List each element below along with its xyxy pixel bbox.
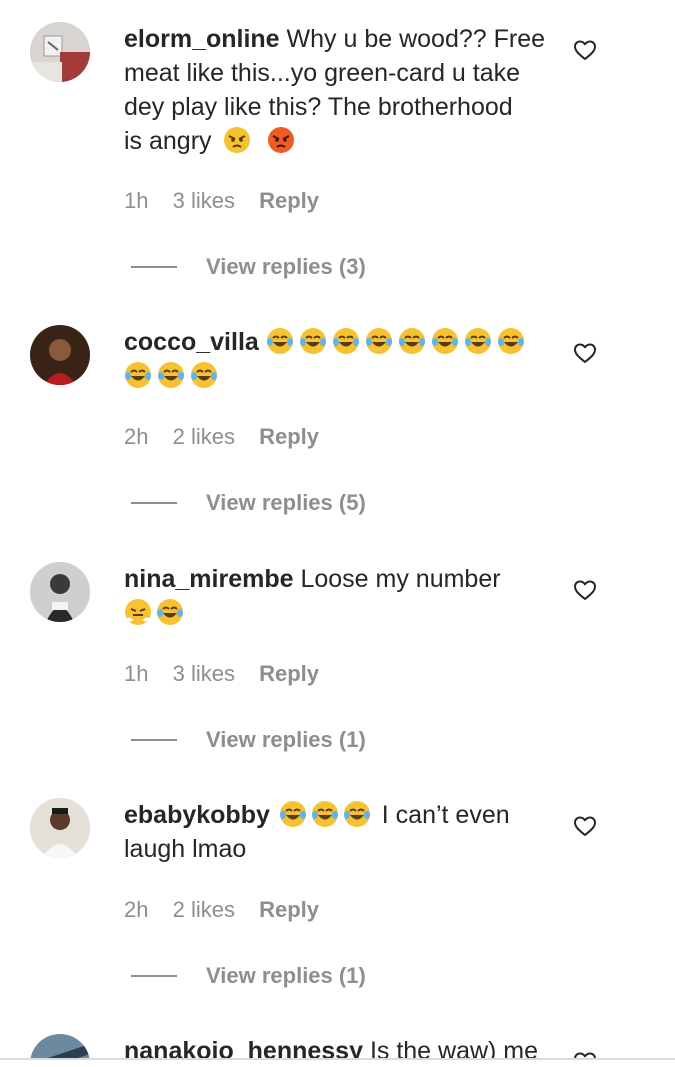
heart-icon[interactable] <box>573 814 597 838</box>
reply-button[interactable]: Reply <box>259 661 319 686</box>
reply-button[interactable]: Reply <box>259 424 319 449</box>
comment-username[interactable]: cocco_villa <box>124 328 259 356</box>
laughing-tears-emoji <box>497 327 525 355</box>
avatar[interactable] <box>30 1034 90 1058</box>
comment-meta: 1h 3 likes Reply <box>124 188 337 214</box>
laughing-tears-emoji <box>157 361 185 389</box>
laughing-tears-emoji <box>266 327 294 355</box>
laughing-tears-emoji <box>299 327 327 355</box>
laughing-tears-emoji <box>190 361 218 389</box>
laughing-tears-emoji <box>431 327 459 355</box>
heart-icon[interactable] <box>573 1050 597 1058</box>
comment-time: 1h <box>124 188 149 213</box>
comment-username[interactable]: elorm_online <box>124 25 280 53</box>
comment-body: nanakojo_hennessy Is the waw) me <box>124 1034 554 1058</box>
laughing-tears-emoji <box>279 800 307 828</box>
view-replies-label: View replies (5) <box>206 490 366 515</box>
view-replies-label: View replies (3) <box>206 254 366 279</box>
comment-body: elorm_online Why u be wood?? Free meat l… <box>124 22 554 158</box>
view-replies-label: View replies (1) <box>206 727 366 752</box>
comment-item: nanakojo_hennessy Is the waw) me <box>0 1034 675 1058</box>
reply-button[interactable]: Reply <box>259 188 319 213</box>
comment-username[interactable]: nina_mirembe <box>124 565 294 593</box>
comment-likes[interactable]: 3 likes <box>173 661 235 686</box>
view-replies-button[interactable]: View replies (5) <box>131 490 366 516</box>
comment-body: ebabykobby I can’t even laugh lmao <box>124 798 554 866</box>
comment-text: laugh lmao <box>124 835 247 863</box>
reply-button[interactable]: Reply <box>259 897 319 922</box>
comment-text: Loose my number <box>300 565 501 593</box>
angry-face-emoji <box>223 126 251 154</box>
laughing-tears-emoji <box>332 327 360 355</box>
comment-text: is angry <box>124 127 212 155</box>
comment-time: 2h <box>124 424 149 449</box>
comment-text: meat like this...yo green-card u take <box>124 59 521 87</box>
heart-icon[interactable] <box>573 38 597 62</box>
avatar[interactable] <box>30 325 90 385</box>
comment-text: Is the waw) me <box>369 1037 539 1058</box>
comment-meta: 1h 3 likes Reply <box>124 661 337 687</box>
laughing-tears-emoji <box>343 800 371 828</box>
laughing-tears-emoji <box>311 800 339 828</box>
divider-line <box>131 502 177 504</box>
comment-text: dey play like this? The brotherhood <box>124 93 513 121</box>
comment-time: 2h <box>124 897 149 922</box>
comment-body: nina_mirembe Loose my number <box>124 562 554 630</box>
comment-likes[interactable]: 3 likes <box>173 188 235 213</box>
laughing-tears-emoji <box>398 327 426 355</box>
avatar[interactable] <box>30 798 90 858</box>
comment-likes[interactable]: 2 likes <box>173 897 235 922</box>
comment-username[interactable]: nanakojo_hennessy <box>124 1037 363 1058</box>
divider-line <box>131 266 177 268</box>
comment-meta: 2h 2 likes Reply <box>124 897 337 923</box>
steam-nose-emoji <box>124 598 152 626</box>
avatar-photo-icon <box>30 562 90 622</box>
comment-meta: 2h 2 likes Reply <box>124 424 337 450</box>
avatar-photo-icon <box>30 325 90 385</box>
comment-text: I can’t even <box>381 801 510 829</box>
heart-icon[interactable] <box>573 341 597 365</box>
divider-line <box>131 739 177 741</box>
comment-body: cocco_villa <box>124 325 554 393</box>
bottom-divider <box>0 1058 675 1060</box>
avatar-photo-icon <box>30 22 90 82</box>
pouting-face-emoji <box>267 126 295 154</box>
laughing-tears-emoji <box>464 327 492 355</box>
laughing-tears-emoji <box>156 598 184 626</box>
comment-likes[interactable]: 2 likes <box>173 424 235 449</box>
laughing-tears-emoji <box>365 327 393 355</box>
view-replies-button[interactable]: View replies (1) <box>131 963 366 989</box>
avatar-photo-icon <box>30 798 90 858</box>
divider-line <box>131 975 177 977</box>
view-replies-button[interactable]: View replies (3) <box>131 254 366 280</box>
comment-text: Why u be wood?? Free <box>286 25 546 53</box>
comment-username[interactable]: ebabykobby <box>124 801 270 829</box>
laughing-tears-emoji <box>124 361 152 389</box>
heart-icon[interactable] <box>573 578 597 602</box>
avatar[interactable] <box>30 562 90 622</box>
view-replies-label: View replies (1) <box>206 963 366 988</box>
avatar-photo-icon <box>30 1034 90 1058</box>
view-replies-button[interactable]: View replies (1) <box>131 727 366 753</box>
comment-time: 1h <box>124 661 149 686</box>
avatar[interactable] <box>30 22 90 82</box>
